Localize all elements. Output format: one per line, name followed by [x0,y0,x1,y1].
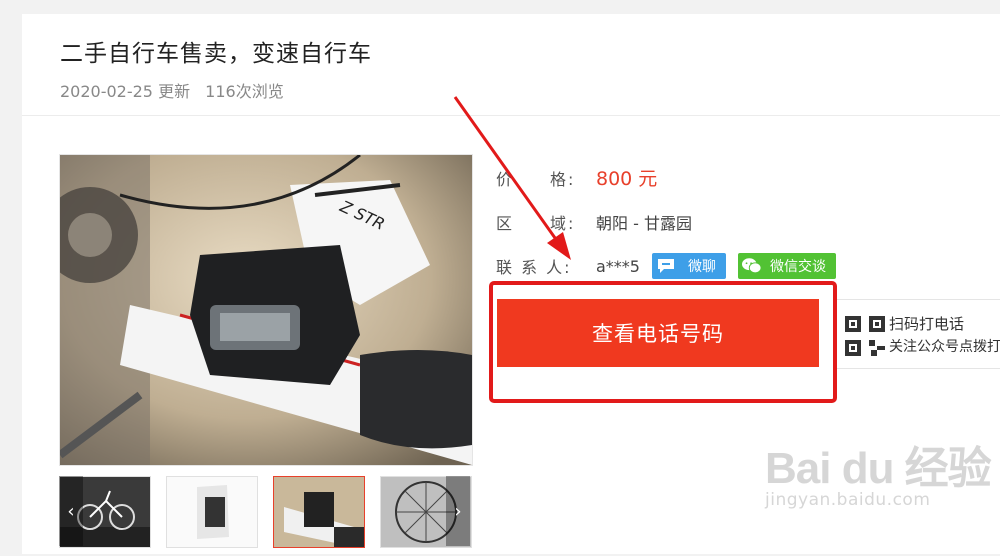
contact-value: a***5 [596,256,640,276]
qr-title: 扫码打电话 [889,315,965,333]
listing-title: 二手自行车售卖，变速自行车 [60,41,372,67]
chat-button-label: 微聊 [687,259,716,275]
wechat-icon [741,257,762,275]
watermark-logo: Bai du 经验 [765,444,992,493]
thumbnail-strip: ‹ › [59,476,479,556]
chevron-right-icon: › [454,500,462,522]
price-value: 800 元 [596,168,658,190]
wechat-button[interactable]: 微信交谈 [737,253,836,279]
chat-button[interactable]: 微聊 [651,253,726,279]
updated-date: 2020-02-25 更新 [60,82,191,101]
qr-code-icon [845,316,885,356]
area-label: 区 域: [496,214,576,233]
main-product-photo[interactable]: Z STR [59,154,473,466]
thumbnail-prev-button[interactable]: ‹ [59,476,83,546]
wechat-button-label: 微信交谈 [769,259,826,275]
thumbnail-2[interactable] [166,476,258,548]
contact-row: 联 系 人: a***5 微聊 微信交谈 [475,253,836,279]
chevron-left-icon: ‹ [67,500,75,522]
listing-meta: 2020-02-25 更新 116次浏览 [60,78,294,102]
contact-label: 联 系 人: [496,258,572,277]
price-row: 价 格: 800 元 [475,164,657,191]
annotation-highlight-box [489,281,837,403]
header-divider [22,115,1000,116]
view-count: 116次浏览 [205,82,284,101]
baidu-watermark: Bai du 经验 jingyan.baidu.com [765,432,992,510]
area-row: 区 域: 朝阳 - 甘露园 [475,210,692,234]
price-label: 价 格: [496,169,576,189]
qr-description: 关注公众号点拨打 [889,339,1000,355]
qr-call-box[interactable]: 扫码打电话 关注公众号点拨打 [836,299,1000,369]
area-value: 朝阳 - 甘露园 [596,214,692,233]
chat-bubble-icon [656,257,676,275]
thumbnail-3[interactable] [273,476,365,548]
thumbnail-next-button[interactable]: › [446,476,470,546]
